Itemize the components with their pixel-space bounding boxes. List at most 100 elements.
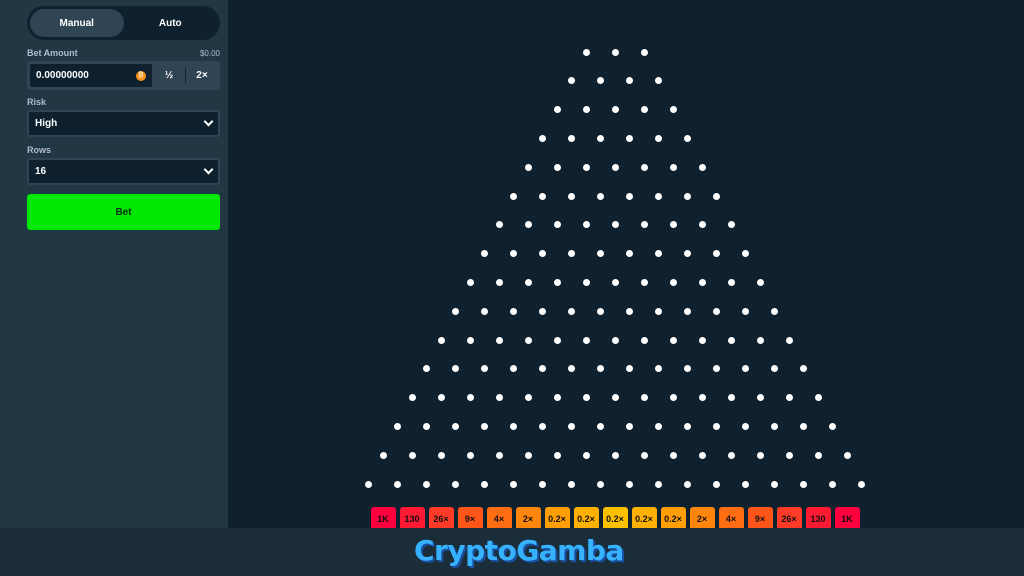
peg (582, 221, 590, 229)
peg (553, 221, 561, 229)
peg (495, 278, 503, 286)
peg (698, 163, 706, 171)
peg (539, 480, 546, 488)
peg (597, 365, 604, 373)
peg (655, 250, 662, 258)
peg (582, 451, 590, 459)
peg (742, 250, 749, 258)
peg (437, 394, 445, 402)
peg (843, 451, 851, 459)
peg (626, 77, 633, 85)
peg (452, 480, 459, 488)
peg (829, 422, 836, 430)
bet-usd-value: $0.00 (199, 48, 220, 58)
peg (669, 221, 677, 229)
peg (481, 250, 488, 258)
peg (481, 422, 488, 430)
peg (379, 451, 387, 459)
peg (597, 250, 604, 258)
peg (771, 365, 778, 373)
risk-select[interactable]: High (27, 110, 220, 137)
peg (510, 365, 517, 373)
peg (510, 307, 517, 315)
peg (481, 365, 488, 373)
peg (669, 278, 677, 286)
peg (713, 250, 720, 258)
peg (452, 365, 459, 373)
peg (684, 307, 691, 315)
peg (611, 221, 619, 229)
peg (800, 365, 807, 373)
peg (800, 422, 807, 430)
peg (698, 394, 706, 402)
peg (582, 394, 590, 402)
peg (495, 336, 503, 344)
peg (611, 394, 619, 402)
peg (481, 307, 488, 315)
peg (655, 480, 662, 488)
peg (684, 134, 691, 142)
peg (611, 163, 619, 171)
peg (684, 422, 691, 430)
peg (626, 365, 633, 373)
peg (539, 365, 546, 373)
peg (698, 221, 706, 229)
peg (626, 134, 633, 142)
peg (539, 422, 546, 430)
double-bet-button[interactable]: 2× (186, 63, 218, 88)
peg (539, 307, 546, 315)
peg (655, 307, 662, 315)
peg (524, 451, 532, 459)
peg (626, 192, 633, 200)
half-bet-button[interactable]: ½ (153, 63, 185, 88)
rows-select[interactable]: 16 (27, 158, 220, 185)
peg (582, 163, 590, 171)
peg (568, 250, 575, 258)
bet-button[interactable]: Bet (27, 194, 220, 230)
rows-label: Rows (27, 145, 52, 155)
peg (829, 480, 836, 488)
peg (597, 77, 604, 85)
bet-amount-input[interactable]: 0.00000000 ₿ (29, 63, 153, 88)
peg (742, 422, 749, 430)
peg (756, 336, 764, 344)
manual-tab[interactable]: Manual (30, 9, 124, 37)
peg (742, 307, 749, 315)
peg (640, 221, 648, 229)
peg (524, 278, 532, 286)
peg (727, 394, 735, 402)
peg (423, 422, 430, 430)
peg (742, 480, 749, 488)
rows-label-row: Rows (27, 145, 220, 155)
peg (597, 480, 604, 488)
peg (655, 77, 662, 85)
peg (727, 336, 735, 344)
peg (684, 192, 691, 200)
peg (785, 394, 793, 402)
peg (771, 422, 778, 430)
peg (640, 163, 648, 171)
peg (640, 48, 648, 56)
peg (655, 422, 662, 430)
peg (481, 480, 488, 488)
peg (713, 365, 720, 373)
auto-tab[interactable]: Auto (124, 9, 218, 37)
peg (510, 250, 517, 258)
peg (553, 451, 561, 459)
peg (582, 106, 590, 114)
peg (365, 480, 372, 488)
peg (597, 192, 604, 200)
peg (423, 480, 430, 488)
peg (655, 134, 662, 142)
peg (727, 221, 735, 229)
chevron-down-icon (203, 116, 214, 127)
peg (727, 451, 735, 459)
peg (495, 221, 503, 229)
peg (771, 307, 778, 315)
peg (466, 394, 474, 402)
peg (756, 278, 764, 286)
peg (611, 451, 619, 459)
peg (524, 394, 532, 402)
peg (611, 106, 619, 114)
peg (452, 307, 459, 315)
